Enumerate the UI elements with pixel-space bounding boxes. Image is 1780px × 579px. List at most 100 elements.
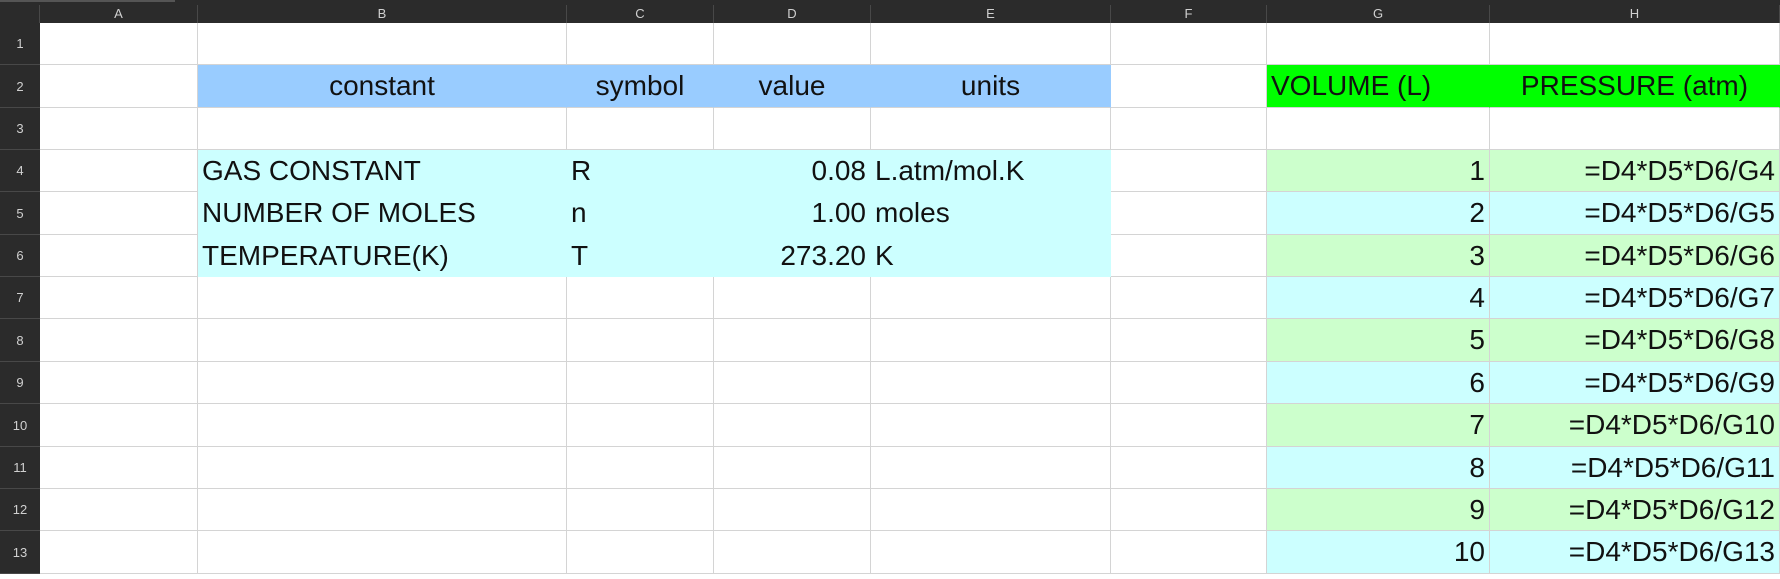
row-header-2[interactable]: 2	[0, 65, 40, 108]
empty-cell[interactable]	[40, 108, 198, 150]
empty-cell[interactable]	[198, 277, 567, 319]
empty-cell[interactable]	[40, 192, 198, 235]
empty-cell[interactable]	[871, 362, 1111, 404]
volume-cell[interactable]: 1	[1267, 150, 1490, 192]
empty-cell[interactable]	[1111, 319, 1267, 362]
column-header-d[interactable]: D	[714, 5, 871, 23]
pressure-formula-cell[interactable]: =D4*D5*D6/G12	[1490, 489, 1780, 531]
pressure-formula-cell[interactable]: =D4*D5*D6/G5	[1490, 192, 1780, 235]
empty-cell[interactable]	[871, 108, 1111, 150]
constant-name[interactable]: TEMPERATURE(K)	[198, 235, 567, 277]
empty-cell[interactable]	[1111, 531, 1267, 574]
constant-symbol[interactable]: n	[567, 192, 714, 235]
column-header-b[interactable]: B	[198, 5, 567, 23]
empty-cell[interactable]	[40, 319, 198, 362]
empty-cell[interactable]	[40, 23, 198, 65]
volume-cell[interactable]: 3	[1267, 235, 1490, 277]
empty-cell[interactable]	[198, 108, 567, 150]
empty-cell[interactable]	[714, 404, 871, 447]
constant-units[interactable]: L.atm/mol.K	[871, 150, 1111, 192]
column-header-e[interactable]: E	[871, 5, 1111, 23]
constant-value[interactable]: 0.08	[714, 150, 871, 192]
pressure-formula-cell[interactable]: =D4*D5*D6/G10	[1490, 404, 1780, 447]
empty-cell[interactable]	[1111, 404, 1267, 447]
header-symbol[interactable]: symbol	[567, 65, 714, 108]
empty-cell[interactable]	[714, 531, 871, 574]
pressure-formula-cell[interactable]: =D4*D5*D6/G4	[1490, 150, 1780, 192]
empty-cell[interactable]	[567, 108, 714, 150]
constant-units[interactable]: K	[871, 235, 1111, 277]
empty-cell[interactable]	[198, 489, 567, 531]
empty-cell[interactable]	[871, 319, 1111, 362]
empty-cell[interactable]	[198, 362, 567, 404]
empty-cell[interactable]	[567, 277, 714, 319]
empty-cell[interactable]	[198, 447, 567, 489]
column-header-a[interactable]: A	[40, 5, 198, 23]
select-all-corner[interactable]	[0, 5, 40, 23]
empty-cell[interactable]	[1111, 108, 1267, 150]
row-header-13[interactable]: 13	[0, 531, 40, 574]
row-header-12[interactable]: 12	[0, 489, 40, 531]
empty-cell[interactable]	[871, 277, 1111, 319]
empty-cell[interactable]	[714, 447, 871, 489]
constant-value[interactable]: 1.00	[714, 192, 871, 235]
empty-cell[interactable]	[567, 489, 714, 531]
constant-units[interactable]: moles	[871, 192, 1111, 235]
column-header-f[interactable]: F	[1111, 5, 1267, 23]
header-units[interactable]: units	[871, 65, 1111, 108]
empty-cell[interactable]	[40, 277, 198, 319]
constant-name[interactable]: NUMBER OF MOLES	[198, 192, 567, 235]
header-pressure[interactable]: PRESSURE (atm)	[1490, 65, 1780, 108]
volume-cell[interactable]: 8	[1267, 447, 1490, 489]
empty-cell[interactable]	[40, 404, 198, 447]
empty-cell[interactable]	[1490, 23, 1780, 65]
volume-cell[interactable]: 2	[1267, 192, 1490, 235]
constant-name[interactable]: GAS CONSTANT	[198, 150, 567, 192]
row-header-11[interactable]: 11	[0, 447, 40, 489]
empty-cell[interactable]	[1111, 192, 1267, 235]
row-header-10[interactable]: 10	[0, 404, 40, 447]
header-constant[interactable]: constant	[198, 65, 567, 108]
empty-cell[interactable]	[1267, 23, 1490, 65]
empty-cell[interactable]	[1111, 447, 1267, 489]
pressure-formula-cell[interactable]: =D4*D5*D6/G11	[1490, 447, 1780, 489]
constant-symbol[interactable]: T	[567, 235, 714, 277]
empty-cell[interactable]	[1111, 150, 1267, 192]
empty-cell[interactable]	[40, 362, 198, 404]
pressure-formula-cell[interactable]: =D4*D5*D6/G6	[1490, 235, 1780, 277]
row-header-6[interactable]: 6	[0, 235, 40, 277]
row-header-9[interactable]: 9	[0, 362, 40, 404]
empty-cell[interactable]	[714, 489, 871, 531]
empty-cell[interactable]	[871, 489, 1111, 531]
header-volume[interactable]: VOLUME (L)	[1267, 65, 1490, 108]
header-value[interactable]: value	[714, 65, 871, 108]
empty-cell[interactable]	[567, 531, 714, 574]
empty-cell[interactable]	[1267, 108, 1490, 150]
empty-cell[interactable]	[40, 531, 198, 574]
empty-cell[interactable]	[871, 531, 1111, 574]
row-header-3[interactable]: 3	[0, 108, 40, 150]
empty-cell[interactable]	[198, 531, 567, 574]
empty-cell[interactable]	[40, 150, 198, 192]
column-header-c[interactable]: C	[567, 5, 714, 23]
volume-cell[interactable]: 9	[1267, 489, 1490, 531]
row-header-7[interactable]: 7	[0, 277, 40, 319]
empty-cell[interactable]	[40, 489, 198, 531]
empty-cell[interactable]	[40, 65, 198, 108]
empty-cell[interactable]	[1111, 489, 1267, 531]
row-header-8[interactable]: 8	[0, 319, 40, 362]
row-header-5[interactable]: 5	[0, 192, 40, 235]
empty-cell[interactable]	[40, 235, 198, 277]
empty-cell[interactable]	[1111, 362, 1267, 404]
empty-cell[interactable]	[1111, 65, 1267, 108]
empty-cell[interactable]	[714, 319, 871, 362]
column-header-g[interactable]: G	[1267, 5, 1490, 23]
empty-cell[interactable]	[198, 23, 567, 65]
empty-cell[interactable]	[198, 404, 567, 447]
row-header-1[interactable]: 1	[0, 23, 40, 65]
empty-cell[interactable]	[40, 447, 198, 489]
empty-cell[interactable]	[567, 447, 714, 489]
pressure-formula-cell[interactable]: =D4*D5*D6/G7	[1490, 277, 1780, 319]
pressure-formula-cell[interactable]: =D4*D5*D6/G13	[1490, 531, 1780, 574]
empty-cell[interactable]	[714, 108, 871, 150]
